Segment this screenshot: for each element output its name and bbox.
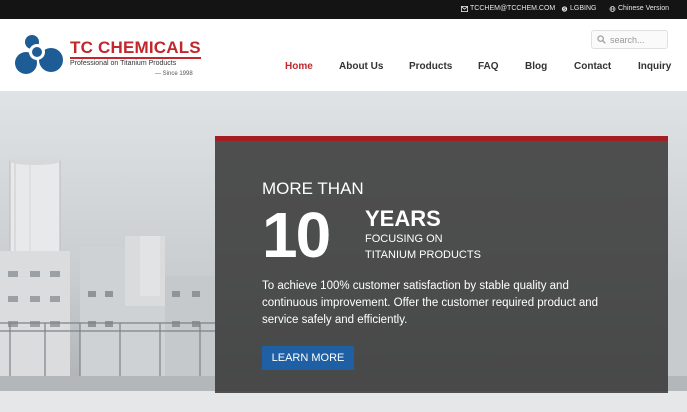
search-icon[interactable] (597, 35, 606, 44)
search-input[interactable] (610, 34, 666, 45)
nav-faq[interactable]: FAQ (478, 61, 499, 72)
main-nav: Home About Us Products FAQ Blog Contact … (0, 61, 687, 73)
skype-text: LGBING (570, 5, 597, 12)
hero-description: To achieve 100% customer satisfaction by… (262, 280, 599, 326)
hero-focus-line1: FOCUSING ON (365, 233, 443, 245)
globe-icon (609, 5, 616, 12)
hero-years: YEARS (365, 206, 441, 231)
nav-home[interactable]: Home (285, 61, 313, 72)
email-text: TCCHEM@TCCHEM.COM (470, 5, 556, 12)
hero-focus-line2: TITANIUM PRODUCTS (365, 249, 481, 261)
hero-number: 10 (262, 199, 331, 271)
brand-underline (70, 57, 201, 59)
nav-products[interactable]: Products (409, 61, 452, 72)
search-box[interactable] (591, 30, 668, 49)
hero-banner: MORE THAN 10 YEARS FOCUSING ON TITANIUM … (0, 91, 687, 412)
brand-name[interactable]: TC CHEMICALS (70, 38, 201, 58)
nav-blog[interactable]: Blog (525, 61, 547, 72)
email-link[interactable]: TCCHEM@TCCHEM.COM (461, 5, 555, 12)
molecule-logo-icon[interactable] (15, 32, 67, 82)
skype-icon: S (561, 5, 568, 12)
language-text: Chinese Version (618, 5, 669, 12)
top-bar: TCCHEM@TCCHEM.COM S LGBING Chinese Versi… (0, 0, 687, 19)
nav-contact[interactable]: Contact (574, 61, 611, 72)
svg-text:S: S (563, 6, 566, 11)
hero-panel: MORE THAN 10 YEARS FOCUSING ON TITANIUM … (215, 136, 668, 393)
language-link[interactable]: Chinese Version (609, 5, 669, 12)
nav-about-us[interactable]: About Us (339, 61, 383, 72)
learn-more-button[interactable]: LEARN MORE (262, 346, 354, 370)
nav-inquiry[interactable]: Inquiry (638, 61, 671, 72)
hero-more-than: MORE THAN (262, 179, 364, 198)
envelope-icon (461, 5, 468, 12)
skype-link[interactable]: S LGBING (561, 5, 596, 12)
